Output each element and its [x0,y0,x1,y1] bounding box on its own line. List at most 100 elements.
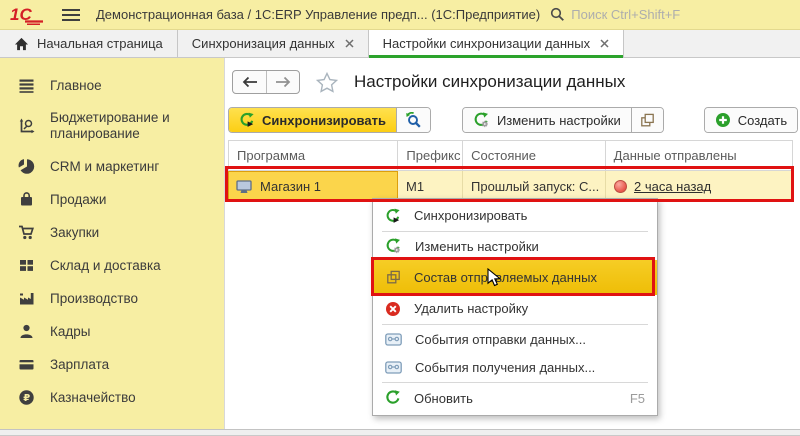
sync-icon [239,112,255,128]
person-icon [18,323,35,340]
menu-item-label: События получения данных... [415,360,595,375]
menu-item-send-events[interactable]: События отправки данных... [373,326,657,354]
svg-text:₽: ₽ [23,393,30,404]
sidebar-item-hr[interactable]: Кадры [0,315,224,348]
create-button-label: Создать [738,113,787,128]
menu-item-label: События отправки данных... [415,332,586,347]
tab-label: Начальная страница [37,36,163,51]
navigation-row: Настройки синхронизации данных [232,70,625,94]
menu-item-synchronize[interactable]: Синхронизировать [373,202,657,230]
window-title: Демонстрационная база / 1С:ERP Управлени… [96,7,540,22]
sidebar-item-treasury[interactable]: ₽ Казначейство [0,381,224,414]
sidebar-item-label: Главное [50,78,102,94]
tab-data-sync[interactable]: Синхронизация данных [178,30,369,57]
data-composition-button[interactable] [631,108,663,132]
settings-button-group: Изменить настройки [462,107,664,133]
sidebar-item-label: Производство [50,291,138,307]
menu-item-label: Обновить [414,391,473,406]
tab-label: Синхронизация данных [192,36,335,51]
data-sent-link[interactable]: 2 часа назад [634,179,711,194]
menu-separator [382,324,648,325]
sidebar-item-crm[interactable]: CRM и маркетинг [0,150,224,183]
sync-with-search-button[interactable] [396,108,430,132]
tab-home-page[interactable]: Начальная страница [0,30,178,57]
menu-item-sent-data-composition[interactable]: Состав отправляемых данных [373,260,657,295]
computer-icon [236,180,252,194]
toolbar: Синхронизировать [228,107,798,133]
forward-button[interactable] [266,71,299,93]
1c-logo-icon: 1С [10,5,46,25]
window-bottom-edge [0,429,800,436]
menu-item-label: Изменить настройки [415,239,539,254]
sidebar-item-label: Склад и доставка [50,258,161,274]
sync-search-icon [405,112,422,129]
table-header: Программа Префикс Состояние Данные отпра… [228,140,793,171]
sidebar-item-sales[interactable]: Продажи [0,183,224,216]
menu-item-refresh[interactable]: Обновить F5 [373,384,657,412]
sync-icon [385,208,401,224]
search-icon [550,7,565,22]
menu-item-label: Состав отправляемых данных [414,270,597,285]
menu-item-label: Синхронизировать [414,208,527,223]
main-menu-icon[interactable] [62,8,80,22]
sidebar-item-label: Закупки [50,225,99,241]
column-header-state[interactable]: Состояние [463,141,606,170]
create-button[interactable]: Создать [705,108,797,132]
column-header-program[interactable]: Программа [229,141,398,170]
back-button[interactable] [233,71,266,93]
sync-gear-icon [385,238,402,255]
synchronize-button-label: Синхронизировать [262,113,386,128]
sidebar-item-production[interactable]: Производство [0,282,224,315]
refresh-icon [385,390,401,406]
sidebar-item-warehouse[interactable]: Склад и доставка [0,249,224,282]
history-buttons [232,70,300,94]
sidebar-item-main[interactable]: Главное [0,69,224,102]
top-bar: 1С Демонстрационная база / 1С:ERP Управл… [0,0,800,30]
global-search[interactable]: Поиск Ctrl+Shift+F [550,7,790,22]
menu-item-change-settings[interactable]: Изменить настройки [373,233,657,261]
sidebar-item-label: CRM и маркетинг [50,159,159,175]
pie-chart-icon [18,158,35,175]
menu-item-label: Удалить настройку [414,301,528,316]
sync-gear-icon [473,112,490,129]
app-window: 1С Демонстрационная база / 1С:ERP Управл… [0,0,800,436]
factory-icon [18,290,35,307]
tab-sync-settings[interactable]: Настройки синхронизации данных [369,30,625,57]
sections-panel: Главное Бюджетирование и планирование [0,58,225,429]
sidebar-item-label: Бюджетирование и планирование [50,110,216,142]
home-icon [14,37,29,51]
sidebar-item-purchases[interactable]: Закупки [0,216,224,249]
synchronize-button[interactable]: Синхронизировать [229,108,396,132]
copy-icon [385,270,401,285]
shopping-bag-icon [18,191,35,208]
sidebar-item-label: Кадры [50,324,90,340]
grid-icon [18,257,35,274]
menu-separator [382,382,648,383]
menu-item-shortcut: F5 [630,391,645,406]
menu-item-receive-events[interactable]: События получения данных... [373,354,657,382]
journal-icon [385,361,402,374]
favorite-star-icon[interactable] [316,72,338,93]
ruble-icon: ₽ [18,389,35,406]
sidebar-item-payroll[interactable]: Зарплата [0,348,224,381]
shopping-cart-icon [18,224,35,241]
create-button-group: Создать [704,107,798,133]
sync-button-group: Синхронизировать [228,107,431,133]
copy-icon [640,113,655,128]
program-name: Магазин 1 [260,179,321,194]
menu-separator [382,231,648,232]
delete-icon [385,301,401,317]
change-settings-button[interactable]: Изменить настройки [463,108,631,132]
context-menu: Синхронизировать Изменить настройки [372,198,658,416]
sidebar-item-label: Казначейство [50,390,136,406]
close-icon[interactable] [345,39,354,48]
sidebar-item-label: Продажи [50,192,106,208]
column-header-prefix[interactable]: Префикс [398,141,463,170]
close-icon[interactable] [600,39,609,48]
column-header-data-sent[interactable]: Данные отправлены [606,141,792,170]
journal-icon [385,333,402,346]
menu-item-delete-setting[interactable]: Удалить настройку [373,295,657,323]
sidebar-item-budgeting[interactable]: Бюджетирование и планирование [0,102,224,150]
chart-axis-icon [18,118,35,135]
card-icon [18,356,35,373]
